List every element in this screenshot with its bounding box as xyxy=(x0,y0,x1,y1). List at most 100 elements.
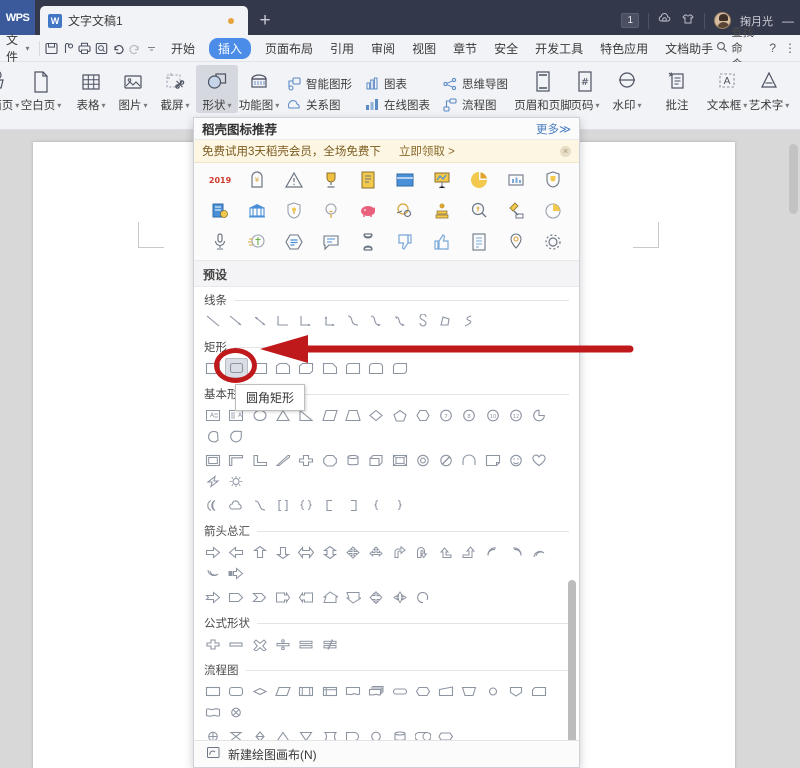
ribbon-button-textbox[interactable]: A 文本框 ▾ xyxy=(706,65,748,113)
notebook-icon[interactable] xyxy=(357,169,379,191)
shape-left-brace[interactable] xyxy=(365,495,387,515)
finance-icon[interactable] xyxy=(209,200,231,222)
shape-line-arrow[interactable] xyxy=(225,311,247,331)
hexagon-doc-icon[interactable] xyxy=(283,231,305,253)
flowchart-manual-input[interactable] xyxy=(435,681,457,701)
shape-curly-braces[interactable] xyxy=(295,495,317,515)
print-icon[interactable] xyxy=(77,38,94,59)
ribbon-button-page-number[interactable]: # 页码 ▾ xyxy=(564,65,606,113)
shape-down-arrow[interactable] xyxy=(272,542,294,562)
shape-left-up-arrow[interactable] xyxy=(435,542,457,562)
shape-circular-arrow[interactable] xyxy=(412,587,434,607)
ribbon-options-icon[interactable]: ⋮ xyxy=(784,41,796,55)
new-tab-button[interactable]: + xyxy=(248,6,282,35)
print-search-icon[interactable] xyxy=(93,38,110,59)
warning-icon[interactable] xyxy=(283,169,305,191)
shape-pentagon[interactable] xyxy=(388,405,410,425)
shape-donut[interactable] xyxy=(412,450,434,470)
menu-item-chapter[interactable]: 章节 xyxy=(450,38,480,59)
shape-up-down-arrow[interactable] xyxy=(318,542,340,562)
menu-item-featured-apps[interactable]: 特色应用 xyxy=(597,38,651,59)
menu-item-doc-assistant[interactable]: 文档助手 xyxy=(662,38,716,59)
shape-cube[interactable] xyxy=(365,450,387,470)
shield-lock-icon[interactable] xyxy=(283,200,305,222)
shape-down-arrow-callout[interactable] xyxy=(342,587,364,607)
flowchart-manual-operation[interactable] xyxy=(458,681,480,701)
shape-striped-right-arrow[interactable] xyxy=(225,563,247,583)
shape-curved-connector[interactable] xyxy=(342,311,364,331)
shape-curved-double-arrow[interactable] xyxy=(388,311,410,331)
ribbon-button-header-footer[interactable]: 页眉和页脚 xyxy=(514,65,572,113)
shape-divide[interactable] xyxy=(272,634,294,654)
location-pin-icon[interactable] xyxy=(505,231,527,253)
shape-cloud[interactable] xyxy=(225,495,247,515)
shape-lightning-bolt[interactable] xyxy=(202,471,224,491)
document-tab[interactable]: W 文字文稿1 xyxy=(40,6,248,35)
document-icon[interactable] xyxy=(468,231,490,253)
chat-icon[interactable] xyxy=(320,231,342,253)
menu-item-references[interactable]: 引用 xyxy=(327,38,357,59)
shape-chord[interactable] xyxy=(202,426,224,446)
shape-bent-arrow[interactable] xyxy=(388,542,410,562)
shape-multiply[interactable] xyxy=(249,634,271,654)
bar-chart-icon[interactable] xyxy=(505,169,527,191)
gear-icon[interactable] xyxy=(542,231,564,253)
help-button[interactable]: ? xyxy=(769,41,776,55)
shape-line-double-arrow[interactable] xyxy=(249,311,271,331)
close-icon[interactable]: × xyxy=(560,145,571,157)
shape-four-pointed-arrow[interactable] xyxy=(388,587,410,607)
shape-quad-arrow-callout[interactable] xyxy=(365,587,387,607)
shape-double-bracket-arc[interactable] xyxy=(249,495,271,515)
shape-equal[interactable] xyxy=(295,634,317,654)
thumb-down-icon[interactable] xyxy=(394,231,416,253)
tab-count-badge[interactable]: 1 xyxy=(621,13,639,28)
shape-curved-left-arrow[interactable] xyxy=(505,542,527,562)
ribbon-button-comment[interactable]: 批注 xyxy=(656,65,698,113)
shape-diagonal-stripe[interactable] xyxy=(272,450,294,470)
shape-parallelogram[interactable] xyxy=(318,405,340,425)
piggy-bank-icon[interactable] xyxy=(357,200,379,222)
shape-diamond[interactable] xyxy=(365,405,387,425)
shape-regular-pentagon[interactable] xyxy=(318,450,340,470)
shape-curved-right-arrow[interactable] xyxy=(482,542,504,562)
shape-half-frame[interactable] xyxy=(225,450,247,470)
quick-access-more-icon[interactable] xyxy=(143,38,160,59)
undo-icon[interactable] xyxy=(110,38,127,59)
bank-icon[interactable] xyxy=(246,200,268,222)
flowchart-card[interactable] xyxy=(528,681,550,701)
redo-icon[interactable] xyxy=(127,38,144,59)
promo-link[interactable]: 立即领取 > xyxy=(399,143,455,159)
flowchart-multidocument[interactable] xyxy=(365,681,387,701)
shape-heart[interactable] xyxy=(528,450,550,470)
shape-right-brace[interactable] xyxy=(388,495,410,515)
ribbon-button-watermark[interactable]: 水印 ▾ xyxy=(606,65,648,113)
shape-frame[interactable] xyxy=(202,450,224,470)
flowchart-predefined-process[interactable] xyxy=(295,681,317,701)
document-scrollbar[interactable] xyxy=(789,144,798,214)
shape-minus[interactable] xyxy=(225,634,247,654)
cloud-doc-icon[interactable] xyxy=(658,12,672,29)
ribbon-button-picture[interactable]: 图片 ▾ xyxy=(112,65,154,113)
microphone-icon[interactable] xyxy=(209,231,231,253)
shape-trapezoid[interactable] xyxy=(342,405,364,425)
magnify-coin-icon[interactable] xyxy=(468,200,490,222)
ribbon-button-blank-page[interactable]: 空白页 ▾ xyxy=(20,65,62,113)
shape-right-bracket[interactable] xyxy=(342,495,364,515)
pie-slice-icon[interactable] xyxy=(542,200,564,222)
coin-search-icon[interactable] xyxy=(394,200,416,222)
menu-item-review[interactable]: 审阅 xyxy=(368,38,398,59)
flowchart-terminator[interactable] xyxy=(388,681,410,701)
panel-more-link[interactable]: 更多≫ xyxy=(536,121,571,137)
money-stack-icon[interactable] xyxy=(431,200,453,222)
fast-money-icon[interactable] xyxy=(246,231,268,253)
ribbon-button-more[interactable]: 符号 xyxy=(790,65,800,113)
save-icon[interactable] xyxy=(43,38,60,59)
thumb-up-icon[interactable] xyxy=(431,231,453,253)
shape-chevron[interactable] xyxy=(249,587,271,607)
ribbon-button-cover[interactable]: 封面页▾ xyxy=(0,65,20,113)
ribbon-button-table[interactable]: 表格 ▾ xyxy=(70,65,112,113)
panel-footer[interactable]: 新建绘图画布(N) xyxy=(194,740,579,767)
tombstone-icon[interactable]: ¥ xyxy=(246,169,268,191)
presentation-icon[interactable] xyxy=(431,169,453,191)
ribbon-button-screenshot[interactable]: 截屏 ▾ xyxy=(154,65,196,113)
